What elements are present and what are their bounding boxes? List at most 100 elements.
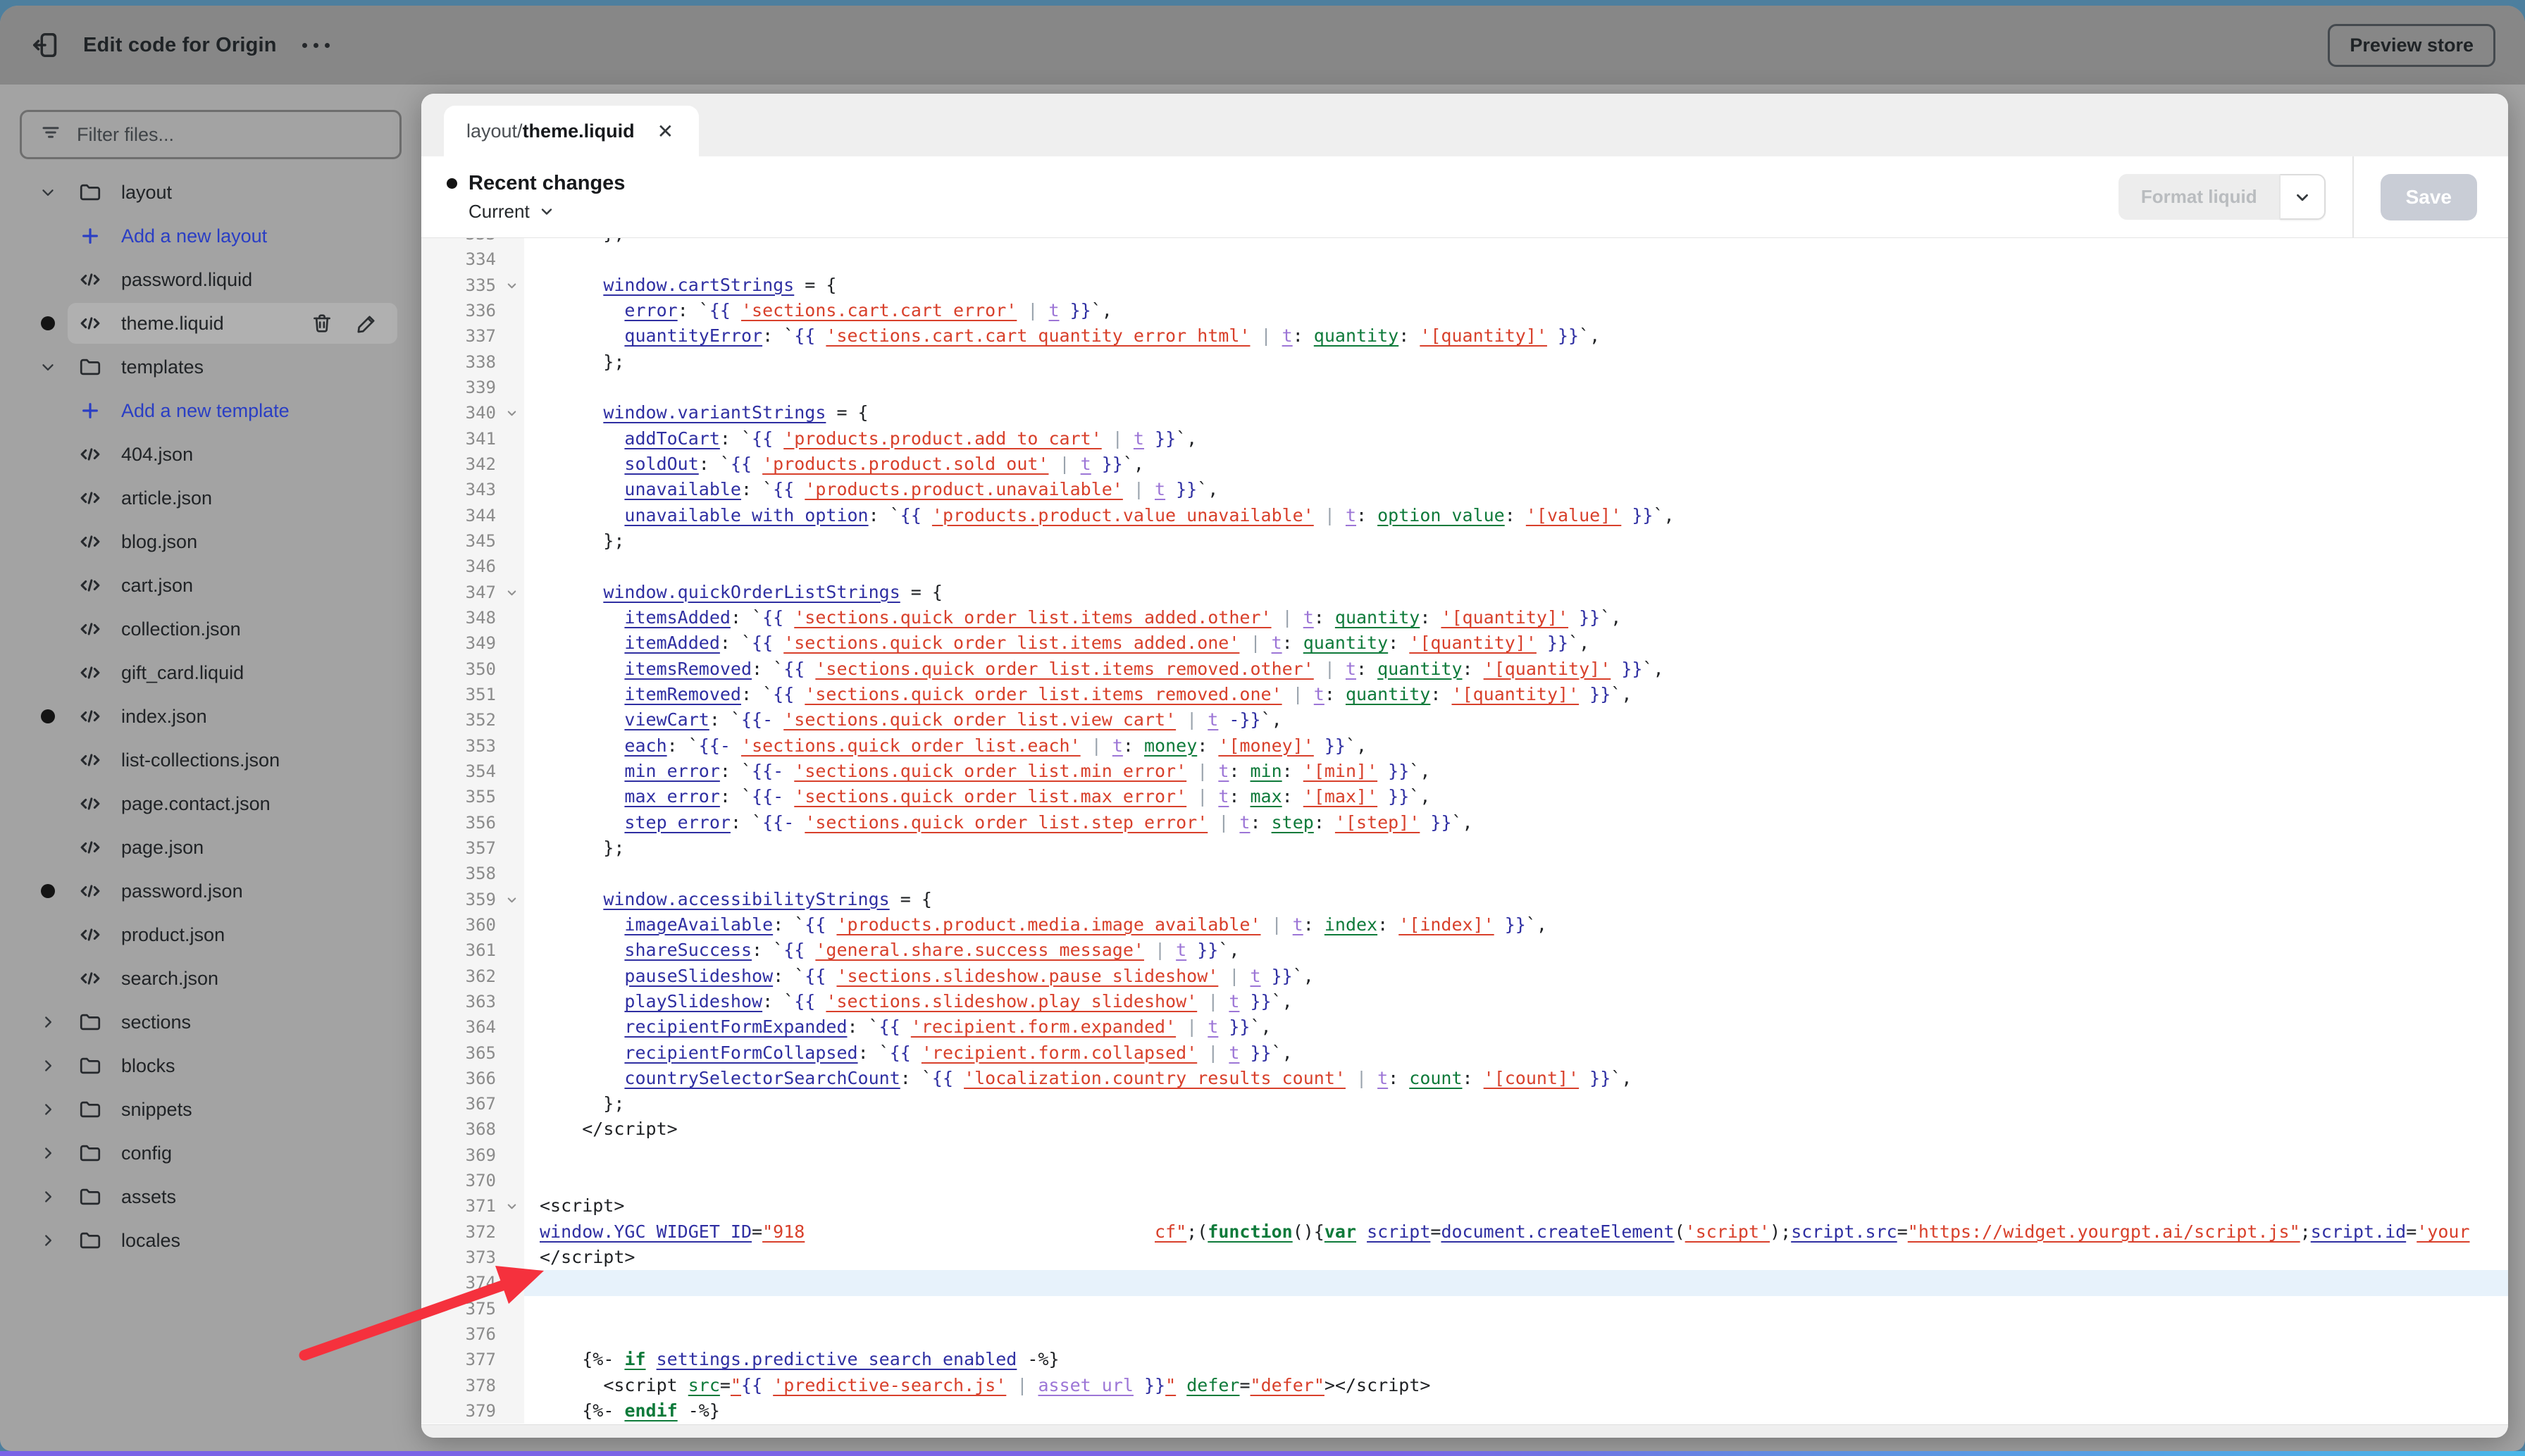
code-line-content[interactable]	[524, 1143, 2508, 1168]
line-number[interactable]: 373	[421, 1245, 524, 1271]
line-number[interactable]: 346	[421, 554, 524, 580]
preview-store-button[interactable]: Preview store	[2328, 23, 2495, 67]
code-line-content[interactable]: window.accessibilityStrings = {	[524, 887, 2508, 912]
fold-chevron-icon[interactable]	[505, 586, 519, 599]
code-line-334[interactable]: 334	[421, 247, 2508, 273]
sidebar-item-collection-json[interactable]: collection.json	[28, 607, 413, 651]
pencil-icon[interactable]	[355, 311, 379, 335]
code-line-350[interactable]: 350 itemsRemoved: `{{ 'sections.quick_or…	[421, 656, 2508, 682]
code-line-content[interactable]: countrySelectorSearchCount: `{{ 'localiz…	[524, 1066, 2508, 1091]
sidebar-item-blocks[interactable]: blocks	[28, 1044, 413, 1088]
code-line-content[interactable]: unavailable_with_option: `{{ 'products.p…	[524, 503, 2508, 528]
code-line-337[interactable]: 337 quantityError: `{{ 'sections.cart.ca…	[421, 323, 2508, 349]
code-line-content[interactable]: <script src="{{ 'predictive-search.js' |…	[524, 1373, 2508, 1398]
line-number[interactable]: 376	[421, 1321, 524, 1348]
code-line-364[interactable]: 364 recipientFormExpanded: `{{ 'recipien…	[421, 1014, 2508, 1040]
code-line-content[interactable]: quantityError: `{{ 'sections.cart.cart_q…	[524, 323, 2508, 349]
code-line-content[interactable]	[524, 1168, 2508, 1193]
fold-chevron-icon[interactable]	[505, 406, 519, 420]
code-line-content[interactable]: viewCart: `{{- 'sections.quick_order_lis…	[524, 707, 2508, 733]
line-number[interactable]: 347	[421, 579, 524, 605]
line-number[interactable]: 377	[421, 1347, 524, 1373]
line-number[interactable]: 348	[421, 604, 524, 631]
line-number[interactable]: 363	[421, 988, 524, 1015]
line-number[interactable]: 350	[421, 656, 524, 682]
code-line-333[interactable]: 333 };	[421, 238, 2508, 247]
code-line-content[interactable]: window.variantStrings = {	[524, 400, 2508, 425]
line-number[interactable]: 368	[421, 1116, 524, 1143]
format-liquid-menu-button[interactable]	[2279, 174, 2326, 220]
code-line-349[interactable]: 349 itemAdded: `{{ 'sections.quick_order…	[421, 630, 2508, 657]
code-line-content[interactable]: };	[524, 835, 2508, 861]
sidebar-item-locales[interactable]: locales	[28, 1219, 413, 1262]
sidebar-item-add-a-new-layout[interactable]: Add a new layout	[28, 214, 413, 258]
code-line-content[interactable]: {%- endif -%}	[524, 1398, 2508, 1424]
line-number[interactable]: 378	[421, 1372, 524, 1399]
sidebar-item-blog-json[interactable]: blog.json	[28, 520, 413, 564]
code-line-content[interactable]: };	[524, 349, 2508, 375]
line-number[interactable]: 344	[421, 502, 524, 528]
code-line-356[interactable]: 356 step_error: `{{- 'sections.quick_ord…	[421, 809, 2508, 835]
code-line-content[interactable]: pauseSlideshow: `{{ 'sections.slideshow.…	[524, 964, 2508, 989]
sidebar-item-article-json[interactable]: article.json	[28, 476, 413, 520]
code-line-340[interactable]: 340 window.variantStrings = {	[421, 400, 2508, 426]
chevron-right-icon[interactable]	[39, 1231, 57, 1250]
code-line-362[interactable]: 362 pauseSlideshow: `{{ 'sections.slides…	[421, 963, 2508, 989]
line-number[interactable]: 334	[421, 247, 524, 273]
sidebar-item-assets[interactable]: assets	[28, 1175, 413, 1219]
line-number[interactable]: 379	[421, 1398, 524, 1424]
chevron-down-icon[interactable]	[39, 358, 57, 376]
code-line-content[interactable]: itemAdded: `{{ 'sections.quick_order_lis…	[524, 630, 2508, 656]
line-number[interactable]: 333	[421, 238, 524, 247]
sidebar-item-page-contact-json[interactable]: page.contact.json	[28, 782, 413, 826]
code-line-335[interactable]: 335 window.cartStrings = {	[421, 272, 2508, 298]
code-line-content[interactable]: soldOut: `{{ 'products.product.sold_out'…	[524, 452, 2508, 477]
code-line-353[interactable]: 353 each: `{{- 'sections.quick_order_lis…	[421, 733, 2508, 759]
sidebar-item-add-a-new-template[interactable]: Add a new template	[28, 389, 413, 433]
code-line-content[interactable]: error: `{{ 'sections.cart.cart_error' | …	[524, 298, 2508, 323]
line-number[interactable]: 338	[421, 349, 524, 375]
code-line-content[interactable]: {%- if settings.predictive_search_enable…	[524, 1347, 2508, 1372]
line-number[interactable]: 342	[421, 451, 524, 478]
line-number[interactable]: 352	[421, 707, 524, 733]
code-line-content[interactable]: window.quickOrderListStrings = {	[524, 580, 2508, 605]
code-line-343[interactable]: 343 unavailable: `{{ 'products.product.u…	[421, 477, 2508, 503]
format-liquid-button[interactable]: Format liquid	[2118, 174, 2280, 220]
code-line-content[interactable]: imageAvailable: `{{ 'products.product.me…	[524, 912, 2508, 938]
code-line-360[interactable]: 360 imageAvailable: `{{ 'products.produc…	[421, 911, 2508, 938]
line-number[interactable]: 354	[421, 758, 524, 785]
exit-icon[interactable]	[30, 29, 62, 61]
code-line-content[interactable]	[524, 1321, 2508, 1347]
sidebar-item-password-liquid[interactable]: password.liquid	[28, 258, 413, 301]
code-line-367[interactable]: 367 };	[421, 1091, 2508, 1117]
fold-chevron-icon[interactable]	[505, 893, 519, 907]
line-number[interactable]: 360	[421, 911, 524, 938]
code-line-content[interactable]: playSlideshow: `{{ 'sections.slideshow.p…	[524, 989, 2508, 1014]
code-line-344[interactable]: 344 unavailable_with_option: `{{ 'produc…	[421, 502, 2508, 528]
code-line-content[interactable]: };	[524, 528, 2508, 554]
sidebar-item-theme-liquid[interactable]: theme.liquid	[28, 301, 413, 345]
line-number[interactable]: 337	[421, 323, 524, 349]
sidebar-item-page-json[interactable]: page.json	[28, 826, 413, 869]
line-number[interactable]: 370	[421, 1168, 524, 1194]
sidebar-item-sections[interactable]: sections	[28, 1000, 413, 1044]
sidebar-item-404-json[interactable]: 404.json	[28, 433, 413, 476]
code-line-339[interactable]: 339	[421, 374, 2508, 401]
save-button[interactable]: Save	[2380, 173, 2477, 220]
sidebar-item-gift-card-liquid[interactable]: gift_card.liquid	[28, 651, 413, 695]
code-line-345[interactable]: 345 };	[421, 528, 2508, 554]
line-number[interactable]: 364	[421, 1014, 524, 1040]
code-line-372[interactable]: 372 window.YGC_WIDGET_ID="918 cf";(functi…	[421, 1219, 2508, 1245]
code-line-content[interactable]: unavailable: `{{ 'products.product.unava…	[524, 477, 2508, 502]
code-line-359[interactable]: 359 window.accessibilityStrings = {	[421, 886, 2508, 912]
line-number[interactable]: 351	[421, 681, 524, 708]
line-number[interactable]: 359	[421, 886, 524, 912]
code-line-342[interactable]: 342 soldOut: `{{ 'products.product.sold_…	[421, 451, 2508, 478]
line-number[interactable]: 339	[421, 374, 524, 401]
chevron-right-icon[interactable]	[39, 1144, 57, 1162]
code-line-content[interactable]: min_error: `{{- 'sections.quick_order_li…	[524, 759, 2508, 784]
code-line-369[interactable]: 369	[421, 1142, 2508, 1169]
code-line-content[interactable]: itemRemoved: `{{ 'sections.quick_order_l…	[524, 682, 2508, 707]
line-number[interactable]: 353	[421, 733, 524, 759]
sidebar-item-cart-json[interactable]: cart.json	[28, 564, 413, 607]
